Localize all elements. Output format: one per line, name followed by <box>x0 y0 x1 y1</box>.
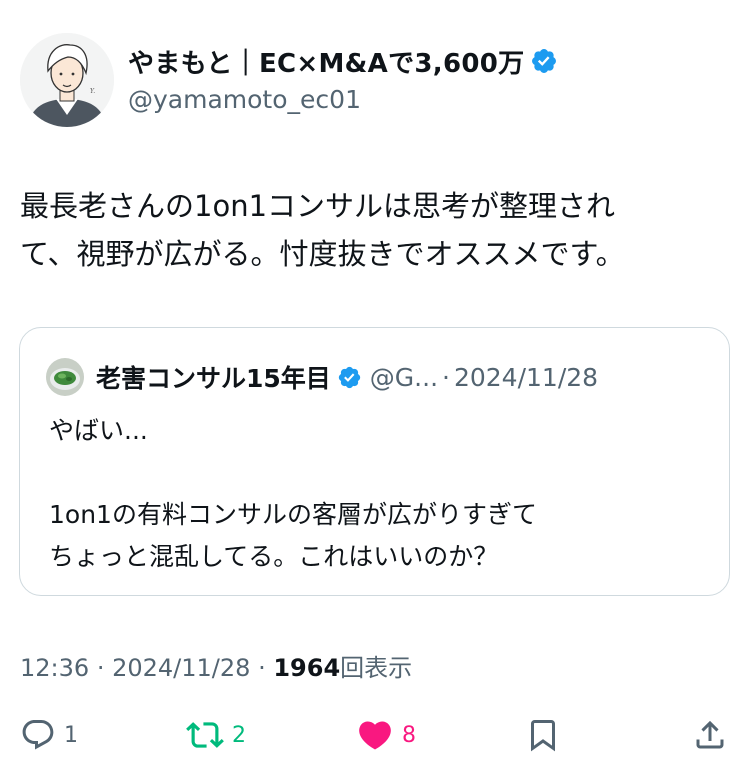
quoted-post-text: やばい... 1on1の有料コンサルの客層が広がりすぎて ちょっと混乱してる。こ… <box>49 416 537 571</box>
quoted-post-date[interactable]: 2024/11/28 <box>454 363 598 392</box>
illustrated-man-avatar-icon: Y. <box>20 33 114 127</box>
quoted-post-card[interactable]: 老害コンサル15年目 @G... · 2024/11/28 やばい... 1on… <box>19 327 730 596</box>
verified-badge-icon[interactable] <box>530 47 558 75</box>
like-button[interactable]: 8 <box>356 712 416 758</box>
post-time[interactable]: 12:36 <box>20 654 89 682</box>
heart-icon <box>359 721 391 750</box>
views-count: 1964 <box>273 654 341 682</box>
post-text: 最長老さんの1on1コンサルは思考が整理され て、視野が広がる。忖度抜きでオスス… <box>20 189 625 271</box>
meta-separator: · <box>96 654 105 682</box>
reply-button[interactable]: 1 <box>20 712 78 758</box>
action-bar: 1 2 8 <box>0 712 750 758</box>
quoted-post-header: 老害コンサル15年目 @G... · 2024/11/28 <box>46 358 598 396</box>
share-icon <box>696 720 724 749</box>
repost-count: 2 <box>232 722 246 748</box>
quoted-author-avatar[interactable] <box>46 358 84 396</box>
meta-separator: · <box>258 654 266 682</box>
reply-count: 1 <box>64 722 78 748</box>
post-meta: 12:36 · 2024/11/28 · 1964回表示 <box>20 648 412 683</box>
author-block: やまもと｜EC×M&Aで3,600万 @yamamoto_ec01 <box>128 40 558 114</box>
quoted-author-handle[interactable]: @G... <box>370 363 438 392</box>
post-date[interactable]: 2024/11/28 <box>112 654 250 682</box>
repost-icon <box>186 722 224 748</box>
author-avatar[interactable]: Y. <box>20 33 114 127</box>
quoted-separator: · <box>442 362 450 392</box>
like-count: 8 <box>402 722 416 748</box>
views-label: 回表示 <box>340 654 413 682</box>
author-name[interactable]: やまもと｜EC×M&Aで3,600万 <box>128 43 524 80</box>
author-handle[interactable]: @yamamoto_ec01 <box>128 85 558 114</box>
verified-badge-icon[interactable] <box>337 365 362 390</box>
food-bowl-avatar-icon <box>46 358 84 396</box>
svg-text:Y.: Y. <box>90 88 95 95</box>
author-name-row: やまもと｜EC×M&Aで3,600万 <box>128 40 558 82</box>
quoted-author-name[interactable]: 老害コンサル15年目 <box>96 359 331 395</box>
repost-button[interactable]: 2 <box>186 712 246 758</box>
bookmark-button[interactable] <box>525 712 561 758</box>
share-button[interactable] <box>692 712 728 758</box>
reply-icon <box>22 720 54 750</box>
bookmark-icon <box>531 720 555 752</box>
